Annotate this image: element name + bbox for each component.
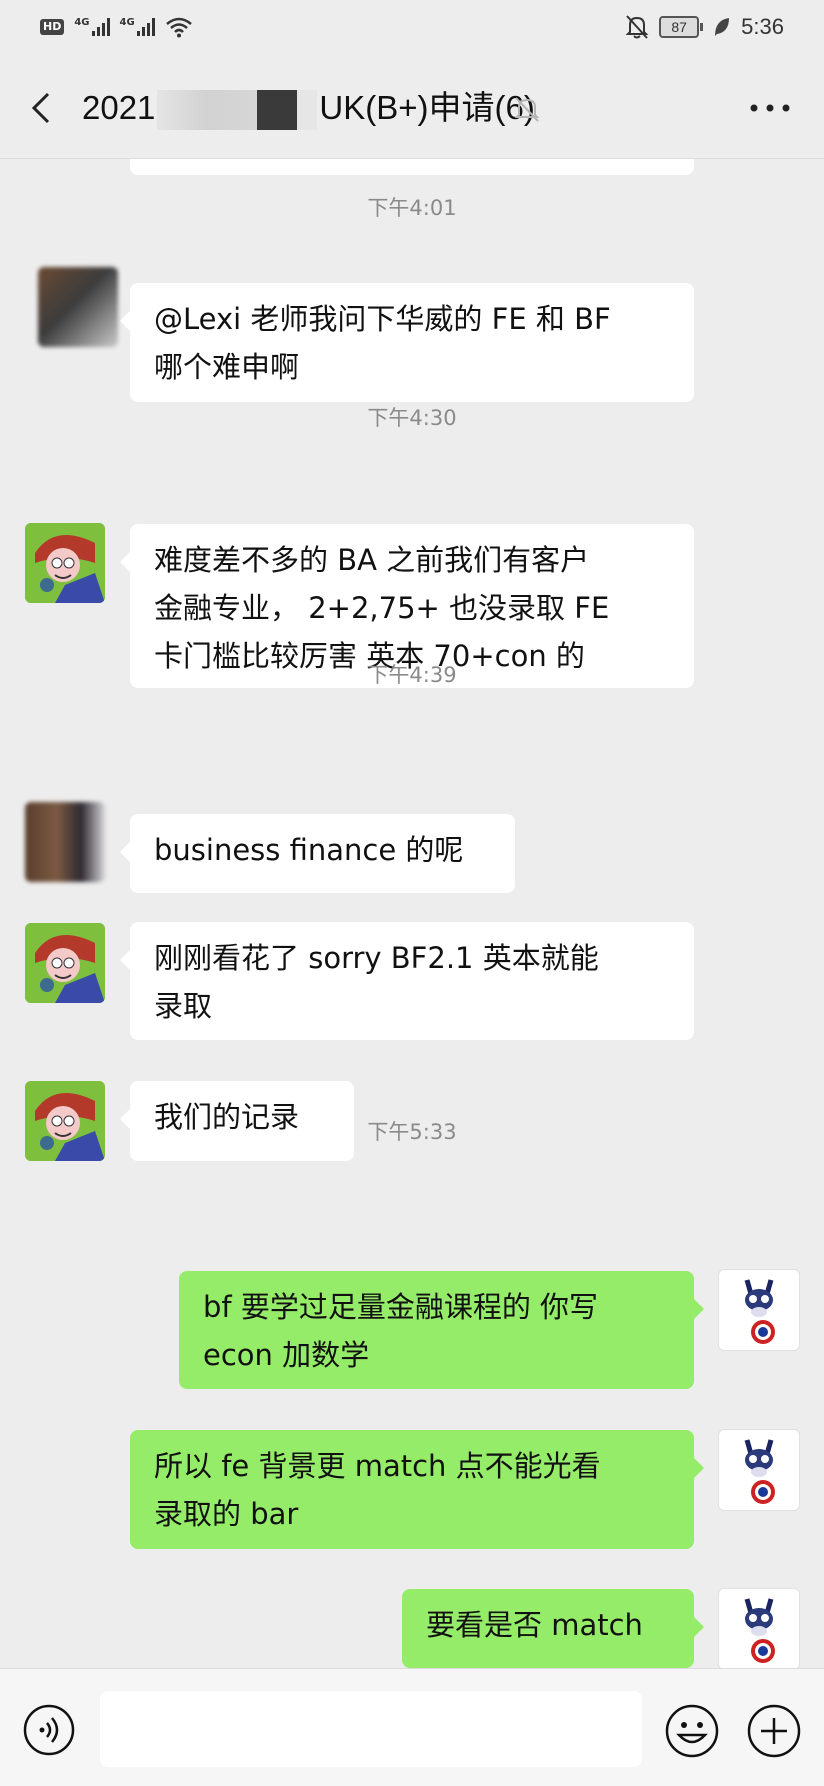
message-input[interactable]: [100, 1691, 642, 1767]
bell-off-icon: [625, 15, 649, 39]
cartoon-avatar-icon: [25, 523, 105, 603]
emoji-icon[interactable]: [664, 1703, 720, 1759]
message-line: 录取: [154, 989, 213, 1023]
message-bubble-out[interactable]: bf 要学过足量金融课程的 你写 econ 加数学: [179, 1271, 704, 1389]
signal-icon: 4G: [74, 17, 110, 36]
chat-header: 2021 UK(B+)申请(6): [0, 58, 824, 159]
leaf-icon: [715, 18, 730, 36]
status-bar: HD 4G 4G 87 5:36: [0, 0, 824, 58]
message-line: bf 要学过足量金融课程的 你写: [203, 1290, 599, 1324]
chat-title: 2021 UK(B+)申请(6): [82, 84, 535, 132]
network-type-1: 4G: [74, 17, 90, 28]
plus-icon[interactable]: [746, 1703, 802, 1759]
battery-level: 87: [659, 16, 700, 38]
input-bar: [0, 1668, 824, 1786]
donkey-avatar-icon: [744, 1598, 775, 1663]
timestamp: 下午4:01: [367, 196, 457, 220]
avatar[interactable]: [25, 802, 105, 882]
battery-icon: 87: [659, 16, 704, 38]
title-end: UK(B+)申请(6): [319, 89, 535, 126]
message-line: 哪个难申啊: [154, 350, 300, 384]
message-line: business finance 的呢: [154, 833, 464, 867]
title-start: 2021: [82, 89, 156, 126]
avatar[interactable]: [25, 523, 105, 603]
timestamp: 下午4:39: [367, 663, 457, 687]
previous-message-bubble: [130, 159, 694, 175]
message-line: @Lexi 老师我问下华威的 FE 和 BF: [154, 302, 611, 336]
message-bubble-out[interactable]: 所以 fe 背景更 match 点不能光看 录取的 bar: [130, 1430, 704, 1549]
donkey-avatar-icon: [744, 1439, 775, 1504]
more-icon[interactable]: [748, 98, 792, 118]
avatar[interactable]: [38, 267, 118, 347]
message-bubble-out[interactable]: 要看是否 match: [402, 1589, 704, 1668]
clock: 5:36: [741, 14, 784, 39]
donkey-avatar-icon: [744, 1279, 775, 1344]
message-list[interactable]: 下午4:01 @Lexi 老师我问下华威的 FE 和 BF 哪个难申啊 下午4:…: [0, 159, 824, 1668]
message-line: 要看是否 match: [426, 1608, 643, 1642]
avatar[interactable]: [25, 923, 105, 1003]
message-line: 刚刚看花了 sorry BF2.1 英本就能: [154, 941, 599, 975]
my-avatar[interactable]: [718, 1429, 800, 1511]
my-avatar[interactable]: [718, 1269, 800, 1351]
message-line: 难度差不多的 BA 之前我们有客户: [154, 543, 590, 577]
my-avatar[interactable]: [718, 1588, 800, 1668]
wifi-icon: [165, 17, 192, 38]
cartoon-avatar-icon: [25, 923, 105, 1003]
hd-badge: HD: [40, 19, 65, 35]
timestamp: 下午4:30: [367, 406, 457, 430]
redacted-block: [157, 90, 318, 131]
mute-bell-icon: [514, 97, 540, 122]
message-line: econ 加数学: [203, 1338, 370, 1372]
back-arrow-icon[interactable]: [24, 84, 64, 132]
message-line: 录取的 bar: [154, 1497, 299, 1531]
message-bubble-in[interactable]: @Lexi 老师我问下华威的 FE 和 BF 哪个难申啊: [120, 283, 694, 402]
network-type-2: 4G: [119, 17, 135, 28]
message-bubble-in[interactable]: 刚刚看花了 sorry BF2.1 英本就能 录取: [120, 922, 694, 1040]
timestamp: 下午5:33: [367, 1120, 457, 1144]
message-line: 金融专业， 2+2,75+ 也没录取 FE: [154, 591, 610, 625]
status-left: HD 4G 4G: [40, 14, 193, 40]
message-line: 所以 fe 背景更 match 点不能光看: [154, 1449, 601, 1483]
voice-icon[interactable]: [22, 1703, 76, 1757]
message-bubble-in[interactable]: business finance 的呢: [120, 814, 515, 893]
signal-icon-2: 4G: [120, 18, 155, 36]
status-right: 87 5:36: [625, 14, 784, 40]
